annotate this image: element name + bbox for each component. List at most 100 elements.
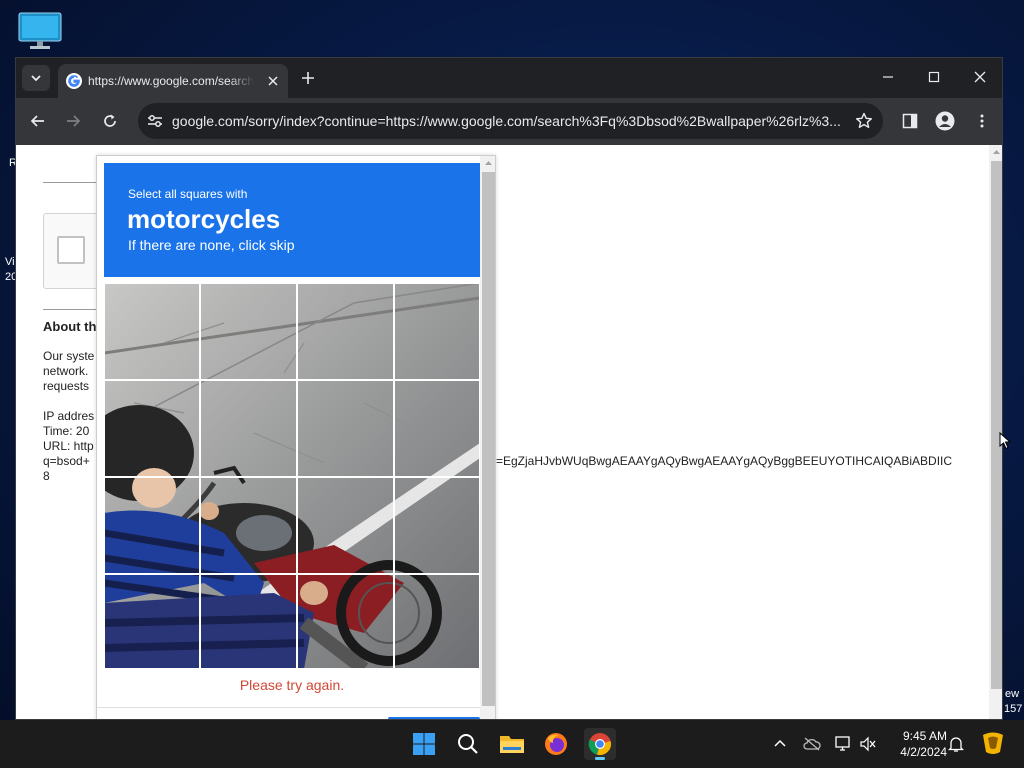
im-not-a-robot-checkbox[interactable]	[57, 236, 85, 264]
captcha-tile-6[interactable]	[200, 380, 297, 477]
page-scrollbar-thumb[interactable]	[991, 161, 1002, 689]
sorry-text-line: Our syste	[43, 349, 95, 363]
profile-avatar-icon	[935, 111, 955, 131]
tab-title: https://www.google.com/search	[88, 74, 254, 88]
captcha-tile-11[interactable]	[297, 477, 394, 574]
close-window-button[interactable]	[968, 66, 992, 88]
profile-button[interactable]	[934, 110, 956, 132]
captcha-tile-8[interactable]	[394, 380, 480, 477]
mouse-cursor-icon	[999, 432, 1011, 450]
site-info-tune-icon[interactable]	[146, 112, 164, 130]
back-button[interactable]	[27, 110, 49, 132]
url-tail-line: 8	[43, 469, 50, 483]
side-panel-button[interactable]	[899, 110, 921, 132]
browser-toolbar: google.com/sorry/index?continue=https://…	[16, 98, 1002, 145]
captcha-error-message: Please try again.	[239, 677, 345, 693]
captcha-tile-4[interactable]	[394, 283, 480, 380]
sorry-text-line: requests	[43, 379, 90, 393]
divider	[43, 309, 103, 310]
system-clock[interactable]: 9:45 AM 4/2/2024	[885, 728, 947, 760]
recaptcha-anchor-box	[43, 213, 103, 289]
more-vertical-icon	[980, 114, 984, 128]
onedrive-tray-button[interactable]	[802, 734, 822, 754]
tab-search-button[interactable]	[22, 65, 50, 91]
captcha-tile-15[interactable]	[297, 574, 394, 669]
sorry-text-line: network.	[43, 364, 89, 378]
scroll-up-arrow-icon[interactable]	[480, 156, 496, 170]
network-monitor-icon	[835, 736, 850, 751]
this-pc-desktop-icon[interactable]	[18, 12, 62, 50]
recaptcha-challenge-popup: Select all squares with motorcycles If t…	[96, 155, 496, 719]
firefox-icon	[545, 733, 567, 755]
file-explorer-button[interactable]	[496, 728, 528, 760]
minimize-button[interactable]	[876, 66, 900, 88]
url-query-line: q=bsod+	[43, 454, 90, 468]
maximize-icon	[928, 71, 940, 83]
time-line: Time: 20	[43, 424, 90, 438]
notifications-button[interactable]	[946, 734, 966, 754]
captcha-tile-1[interactable]	[104, 283, 200, 380]
chrome-window: https://www.google.com/search google.com…	[15, 57, 1003, 720]
new-tab-plus-icon[interactable]	[299, 69, 317, 87]
chrome-taskbar-button[interactable]	[584, 728, 616, 760]
address-bar[interactable]: google.com/sorry/index?continue=https://…	[138, 103, 883, 139]
chrome-menu-button[interactable]	[971, 110, 993, 132]
chrome-icon	[588, 733, 611, 755]
challenge-header: Select all squares with motorcycles If t…	[104, 163, 480, 277]
captcha-tile-14[interactable]	[200, 574, 297, 669]
tab-strip: https://www.google.com/search	[16, 58, 1002, 98]
desktop-edge-text: ew	[1005, 688, 1020, 700]
ip-address-line: IP addres	[43, 409, 95, 423]
url-text[interactable]: google.com/sorry/index?continue=https://…	[172, 103, 844, 139]
challenge-image-grid	[104, 283, 480, 669]
challenge-hint: If there are none, click skip	[128, 237, 295, 253]
captcha-footer-divider	[97, 707, 495, 708]
captcha-tile-2[interactable]	[200, 283, 297, 380]
captcha-tile-5[interactable]	[104, 380, 200, 477]
desktop-edge-text: 157	[1004, 703, 1023, 715]
search-button[interactable]	[452, 728, 484, 760]
back-arrow-icon	[30, 115, 44, 127]
insider-app-button[interactable]	[980, 730, 1006, 756]
volume-tray-button[interactable]	[858, 734, 878, 754]
maximize-button[interactable]	[922, 66, 946, 88]
divider	[43, 182, 103, 183]
network-tray-button[interactable]	[834, 734, 854, 754]
url-line: URL: http	[43, 439, 94, 453]
forward-button[interactable]	[62, 110, 84, 132]
scroll-up-arrow-icon[interactable]	[989, 145, 1003, 159]
show-hidden-icons-button[interactable]	[770, 734, 790, 754]
bell-icon	[948, 737, 964, 752]
google-favicon-icon	[66, 73, 82, 89]
search-icon	[458, 734, 478, 754]
tab-google-search[interactable]: https://www.google.com/search	[58, 64, 288, 98]
close-icon[interactable]	[266, 74, 280, 88]
firefox-button[interactable]	[540, 728, 572, 760]
taskbar: 9:45 AM 4/2/2024	[0, 720, 1024, 768]
clock-date: 4/2/2024	[900, 745, 947, 759]
reload-icon	[104, 114, 116, 127]
captcha-tile-7[interactable]	[297, 380, 394, 477]
start-button[interactable]	[408, 728, 440, 760]
captcha-scrollbar-thumb[interactable]	[482, 172, 495, 706]
chevron-down-icon	[31, 75, 41, 82]
bookmark-star-icon[interactable]	[855, 112, 873, 130]
copilot-pre-icon	[983, 732, 1003, 754]
captcha-scrollbar[interactable]	[480, 156, 496, 719]
captcha-tile-3[interactable]	[297, 283, 394, 380]
desktop-edge-text: Vi	[5, 256, 15, 268]
forward-arrow-icon	[67, 115, 81, 127]
captcha-tile-12[interactable]	[394, 477, 480, 574]
challenge-target: motorcycles	[127, 204, 281, 234]
page-content: About th Our syste network. requests IP …	[16, 145, 1003, 719]
active-app-indicator	[595, 757, 605, 760]
clock-time: 9:45 AM	[902, 729, 947, 743]
about-heading: About th	[43, 319, 97, 334]
captcha-tile-16[interactable]	[394, 574, 480, 669]
captcha-tile-13[interactable]	[104, 574, 200, 669]
captcha-tile-9[interactable]	[104, 477, 200, 574]
windows-logo-icon	[413, 733, 435, 755]
captcha-tile-10[interactable]	[200, 477, 297, 574]
url-param-line: =EgZjaHJvbWUqBwgAEAAYgAQyBwgAEAAYgAQyBgg…	[496, 454, 953, 468]
reload-button[interactable]	[99, 110, 121, 132]
